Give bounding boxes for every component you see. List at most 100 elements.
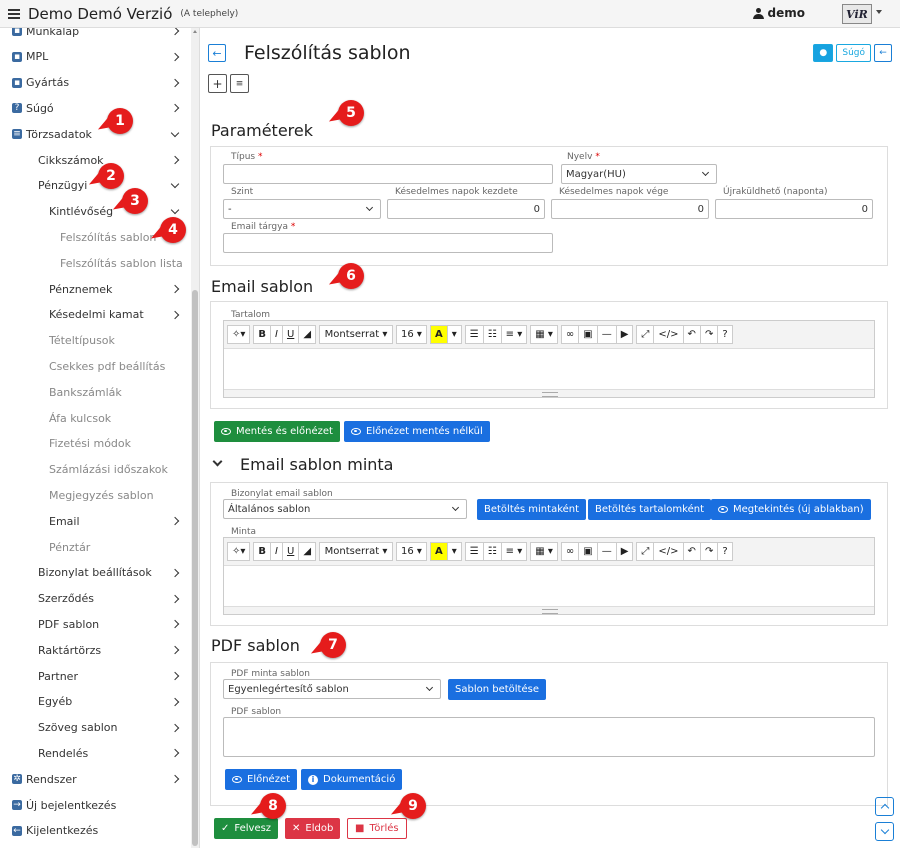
- sidebar-item-rendszer[interactable]: ✲ Rendszer: [0, 768, 192, 790]
- sidebar-scroll-thumb[interactable]: [192, 290, 198, 846]
- hr-icon[interactable]: —: [596, 325, 616, 344]
- table-icon[interactable]: ▦ ▾: [530, 542, 558, 561]
- sidebar-item-szöveg-sablon[interactable]: Szöveg sablon: [0, 717, 192, 739]
- eraser-icon[interactable]: ◢: [298, 325, 317, 344]
- sidebar-item-egyéb[interactable]: Egyéb: [0, 691, 192, 713]
- sidebar-item-pénznemek[interactable]: Pénznemek: [0, 278, 192, 300]
- font-select[interactable]: Montserrat ▾: [319, 542, 394, 561]
- eraser-icon[interactable]: ◢: [298, 542, 317, 561]
- align-icon[interactable]: ≡ ▾: [500, 542, 528, 561]
- scroll-up-arrow-icon[interactable]: [193, 30, 197, 33]
- sidebar-item-kintlévőség[interactable]: Kintlévőség: [0, 201, 192, 223]
- help-icon[interactable]: ?: [717, 325, 733, 344]
- szint-select[interactable]: -: [223, 199, 381, 219]
- tipus-input[interactable]: [223, 164, 553, 184]
- sidebar-item-kijelentkezés[interactable]: ← Kijelentkezés: [0, 820, 192, 842]
- ol-icon[interactable]: ☷: [482, 542, 501, 561]
- list-icon[interactable]: ≡: [230, 74, 249, 93]
- fullscreen-icon[interactable]: ⤢: [636, 325, 654, 344]
- sidebar-item-email[interactable]: Email: [0, 510, 192, 532]
- color-icon[interactable]: A: [429, 325, 447, 344]
- sidebar-item-cikkszámok[interactable]: Cikkszámok: [0, 149, 192, 171]
- pdf-sablon-textarea[interactable]: [223, 717, 875, 757]
- sidebar-item-gyártás[interactable]: ▪ Gyártás: [0, 72, 192, 94]
- pdf-minta-select[interactable]: Egyenlegértesítő sablon: [223, 679, 441, 699]
- color-dropdown-icon[interactable]: ▾: [446, 542, 462, 561]
- sidebar-item-rendelés[interactable]: Rendelés: [0, 742, 192, 764]
- sidebar-item-csekkes-pdf-beállítás[interactable]: Csekkes pdf beállítás: [0, 355, 192, 377]
- add-icon[interactable]: +: [208, 74, 227, 93]
- undo-icon[interactable]: ↶: [682, 325, 700, 344]
- redo-icon[interactable]: ↷: [699, 542, 718, 561]
- underline-icon[interactable]: U: [281, 542, 299, 561]
- bold-icon[interactable]: B: [253, 325, 271, 344]
- code-icon[interactable]: </>: [653, 325, 683, 344]
- email-targy-input[interactable]: [223, 233, 553, 253]
- sidebar-scrollbar[interactable]: [191, 28, 199, 848]
- color-dropdown-icon[interactable]: ▾: [446, 325, 462, 344]
- scroll-top-button[interactable]: [875, 797, 894, 816]
- collapse-chevron-icon[interactable]: [212, 456, 223, 467]
- ul-icon[interactable]: ☰: [464, 325, 483, 344]
- fullscreen-icon[interactable]: ⤢: [636, 542, 654, 561]
- nyelv-select[interactable]: Magyar(HU): [561, 164, 717, 184]
- add-button[interactable]: ✓ Felvesz: [214, 818, 279, 839]
- sidebar-item-szerződés[interactable]: Szerződés: [0, 588, 192, 610]
- sidebar-item-megjegyzés-sablon[interactable]: Megjegyzés sablon: [0, 484, 192, 506]
- load-content-button[interactable]: Betöltés tartalomként: [588, 499, 711, 520]
- scroll-bottom-button[interactable]: [875, 822, 894, 841]
- biz-select[interactable]: Általános sablon: [223, 499, 467, 519]
- size-select[interactable]: 16 ▾: [396, 542, 427, 561]
- ujra-input[interactable]: 0: [715, 199, 873, 219]
- ul-icon[interactable]: ☰: [464, 542, 483, 561]
- load-sample-button[interactable]: Betöltés mintaként: [477, 499, 587, 520]
- sidebar-item-raktártörzs[interactable]: Raktártörzs: [0, 639, 192, 661]
- sidebar-item-késedelmi-kamat[interactable]: Késedelmi kamat: [0, 304, 192, 326]
- sidebar-item-számlázási-időszakok[interactable]: Számlázási időszakok: [0, 459, 192, 481]
- magic-wand-icon[interactable]: ✧▾: [227, 542, 251, 561]
- logo-caret-icon[interactable]: [876, 10, 882, 14]
- load-template-button[interactable]: Sablon betöltése: [448, 679, 546, 700]
- sidebar-item-bankszámlák[interactable]: Bankszámlák: [0, 381, 192, 403]
- redo-icon[interactable]: ↷: [699, 325, 718, 344]
- link-icon[interactable]: ∞: [560, 542, 579, 561]
- tartalom-editor[interactable]: ✧▾ B I U ◢ Montserrat ▾ 16 ▾ A ▾ ☰ ☷ ≡ ▾ ▦ ▾ ∞ ▣ — ▶ ⤢ </>…: [223, 320, 875, 398]
- magic-wand-icon[interactable]: ✧▾: [227, 325, 251, 344]
- help-button[interactable]: Súgó: [836, 44, 871, 62]
- user-menu[interactable]: demo: [752, 6, 805, 20]
- italic-icon[interactable]: I: [270, 325, 282, 344]
- sidebar-item-partner[interactable]: Partner: [0, 665, 192, 687]
- underline-icon[interactable]: U: [281, 325, 299, 344]
- preview-nosave-button[interactable]: Előnézet mentés nélkül: [344, 421, 490, 442]
- sidebar-item-súgó[interactable]: ? Súgó: [0, 97, 192, 119]
- ol-icon[interactable]: ☷: [482, 325, 501, 344]
- sidebar-item-új-bejelentkezés[interactable]: → Új bejelentkezés: [0, 794, 192, 816]
- hamburger-menu-icon[interactable]: [8, 8, 20, 19]
- pdf-preview-button[interactable]: Előnézet: [225, 769, 298, 790]
- sidebar-item-bizonylat-beállítások[interactable]: Bizonylat beállítások: [0, 562, 192, 584]
- align-icon[interactable]: ≡ ▾: [500, 325, 528, 344]
- italic-icon[interactable]: I: [270, 542, 282, 561]
- docs-button[interactable]: i Dokumentáció: [301, 769, 403, 790]
- video-icon[interactable]: ▶: [615, 542, 634, 561]
- sidebar-item-pdf-sablon[interactable]: PDF sablon: [0, 613, 192, 635]
- back-button[interactable]: ←: [208, 44, 226, 62]
- minta-editor[interactable]: ✧▾ B I U ◢ Montserrat ▾ 16 ▾ A ▾ ☰ ☷ ≡ ▾ ▦ ▾ ∞ ▣ — ▶ ⤢ </>…: [223, 537, 875, 615]
- video-icon[interactable]: ▶: [615, 325, 634, 344]
- help-icon[interactable]: ?: [717, 542, 733, 561]
- size-select[interactable]: 16 ▾: [396, 325, 427, 344]
- editor-resize-handle[interactable]: [224, 389, 874, 397]
- view-new-window-button[interactable]: Megtekintés (új ablakban): [711, 499, 871, 520]
- undo-icon[interactable]: ↶: [682, 542, 700, 561]
- save-preview-button[interactable]: Mentés és előnézet: [214, 421, 340, 442]
- image-icon[interactable]: ▣: [578, 542, 597, 561]
- discard-button[interactable]: ✕ Eldob: [285, 818, 341, 839]
- vir-logo[interactable]: ViR: [842, 4, 872, 24]
- chat-button[interactable]: ●: [813, 44, 834, 62]
- header-back-button[interactable]: ←: [874, 44, 892, 62]
- editor-resize-handle[interactable]: [224, 606, 874, 614]
- sidebar-item-mpl[interactable]: ▪ MPL: [0, 46, 192, 68]
- sidebar-item-fizetési-módok[interactable]: Fizetési módok: [0, 433, 192, 455]
- delete-button[interactable]: ■ Törlés: [347, 818, 407, 839]
- sidebar-item-tételtípusok[interactable]: Tételtípusok: [0, 330, 192, 352]
